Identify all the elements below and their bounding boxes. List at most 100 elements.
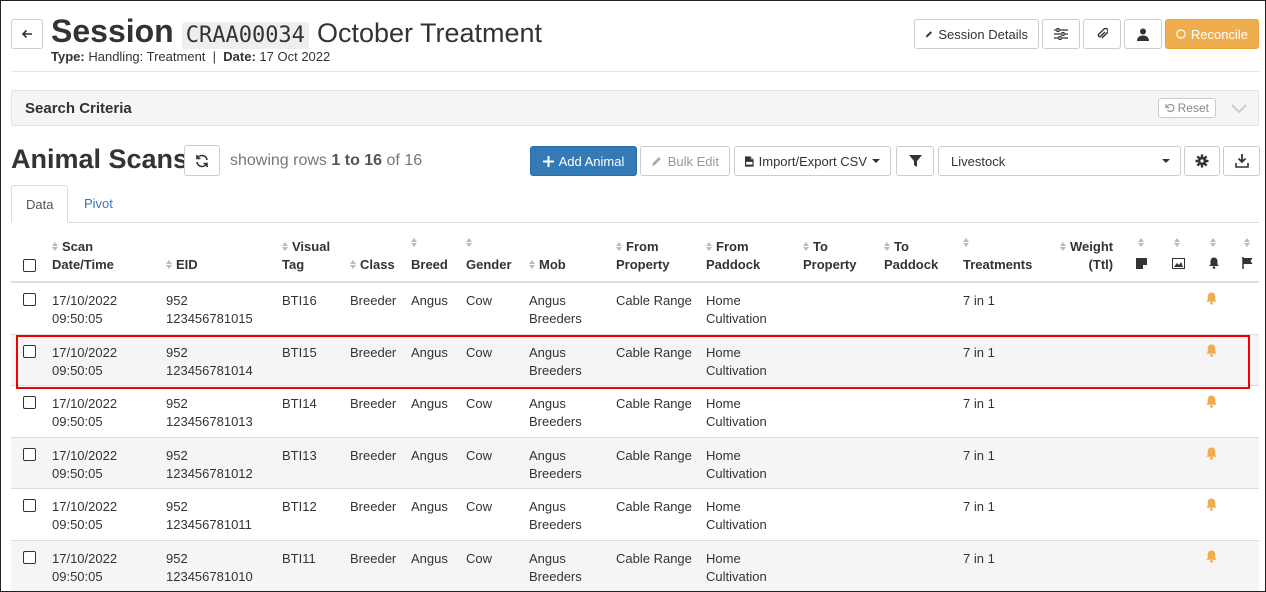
col-weight[interactable]: Weight (Ttl) <box>1060 238 1113 274</box>
add-animal-button[interactable]: Add Animal <box>530 146 637 176</box>
cell-gender: Cow <box>466 550 492 568</box>
title-suffix: October Treatment <box>316 18 543 48</box>
col-visual-tag[interactable]: Visual Tag <box>282 238 330 274</box>
cell-class: Breeder <box>350 395 396 413</box>
cell-breed: Angus <box>411 550 448 568</box>
cell-from-property-line: Cable Range <box>616 499 692 515</box>
cell-scan-datetime-line: 17/10/2022 <box>52 447 118 463</box>
user-button[interactable] <box>1124 19 1162 49</box>
bell-icon[interactable] <box>1205 498 1218 514</box>
filter-button[interactable] <box>896 146 934 176</box>
cell-gender-line: Cow <box>466 550 493 566</box>
cell-eid-line: 123456781014 <box>166 362 253 378</box>
cell-visual-tag-line: BTI12 <box>282 499 317 515</box>
paperclip-icon <box>1097 27 1108 39</box>
session-details-button[interactable]: Session Details <box>914 19 1039 49</box>
cell-mob: Angus Breeders <box>529 292 582 328</box>
table-row[interactable]: 17/10/2022 09:50:05 952 123456781015 BTI16 Br… <box>11 283 1259 335</box>
livestock-select[interactable]: Livestock <box>938 146 1181 176</box>
cell-scan-datetime-line: 17/10/2022 <box>52 396 118 412</box>
col-images[interactable] <box>1172 256 1185 274</box>
row-checkbox[interactable] <box>23 396 36 414</box>
cell-from-paddock-line: Cultivation <box>706 568 767 584</box>
plus-icon <box>542 155 554 167</box>
table-row[interactable]: 17/10/2022 09:50:05 952 123456781011 BTI12 Br… <box>11 489 1259 541</box>
cell-visual-tag: BTI16 <box>282 292 317 310</box>
row-checkbox[interactable] <box>23 550 36 569</box>
bell-icon[interactable] <box>1205 344 1218 360</box>
search-criteria-panel[interactable]: Search Criteria Reset <box>11 90 1259 126</box>
refresh-button[interactable] <box>184 145 220 176</box>
col-class[interactable]: Class <box>350 256 395 274</box>
attachment-button[interactable] <box>1083 19 1121 49</box>
cell-mob-line: Angus <box>529 550 566 566</box>
rows-info-prefix: showing rows <box>230 152 327 169</box>
session-code: CRAA00034 <box>181 22 309 49</box>
filter-settings-button[interactable] <box>1042 19 1080 49</box>
cell-scan-datetime: 17/10/2022 09:50:05 <box>52 550 117 586</box>
cell-eid-line: 952 <box>166 293 188 308</box>
col-breed[interactable]: Breed <box>411 256 448 274</box>
col-treatments[interactable]: Treatments <box>963 256 1032 274</box>
table-row[interactable]: 17/10/2022 09:50:05 952 123456781014 BTI15 Br… <box>11 334 1259 387</box>
bulk-edit-button[interactable]: Bulk Edit <box>640 146 730 176</box>
row-checkbox[interactable] <box>23 293 36 311</box>
table-header: Scan Date/Time EID Visual Tag Class Breed … <box>11 233 1259 283</box>
cell-eid-line: 123456781013 <box>166 414 253 430</box>
chevron-down-icon[interactable] <box>1230 100 1248 116</box>
cell-treatments-line: 7 in 1 <box>963 396 995 412</box>
bell-icon[interactable] <box>1205 550 1218 566</box>
bell-icon[interactable] <box>1205 395 1218 411</box>
tab-data[interactable]: Data <box>11 185 68 223</box>
back-button[interactable] <box>11 19 43 49</box>
row-checkbox[interactable] <box>23 499 36 517</box>
cell-breed: Angus <box>411 447 448 465</box>
caret-down-icon <box>872 159 880 163</box>
col-eid[interactable]: EID <box>166 256 198 274</box>
cell-mob-line: Breeders <box>529 568 582 584</box>
cell-eid: 952 123456781013 <box>166 395 253 431</box>
col-to-paddock[interactable]: To Paddock <box>884 238 938 274</box>
cell-gender-line: Cow <box>466 396 493 412</box>
settings-button[interactable] <box>1184 146 1220 176</box>
col-from-property[interactable]: From Property <box>616 238 669 274</box>
add-animal-label: Add Animal <box>558 153 625 169</box>
animal-scans-title: Animal Scans <box>11 144 189 174</box>
cell-from-property-line: Cable Range <box>616 344 692 360</box>
table-row[interactable]: 17/10/2022 09:50:05 952 123456781010 BTI11 Br… <box>11 540 1259 591</box>
row-checkbox[interactable] <box>23 447 36 466</box>
col-scan-datetime[interactable]: Scan Date/Time <box>52 238 114 274</box>
header-actions: Session Details Reconcile <box>914 19 1259 49</box>
select-all-checkbox[interactable] <box>23 259 36 277</box>
col-flags[interactable] <box>1242 256 1254 274</box>
title-prefix: Session <box>51 13 174 49</box>
table-row[interactable]: 17/10/2022 09:50:05 952 123456781012 BTI13 Br… <box>11 437 1259 490</box>
cell-eid-line: 952 <box>166 344 188 360</box>
cell-from-property: Cable Range <box>616 395 692 413</box>
cell-from-property-line: Cable Range <box>616 396 692 412</box>
reconcile-button[interactable]: Reconcile <box>1165 19 1259 49</box>
col-gender[interactable]: Gender <box>466 256 512 274</box>
col-alerts[interactable] <box>1208 256 1220 274</box>
row-checkbox[interactable] <box>23 344 36 363</box>
cell-visual-tag: BTI14 <box>282 395 317 413</box>
bell-icon[interactable] <box>1205 292 1218 308</box>
col-notes[interactable] <box>1136 256 1147 274</box>
reset-button[interactable]: Reset <box>1157 98 1216 118</box>
cell-treatments: 7 in 1 <box>963 292 995 310</box>
cell-mob: Angus Breeders <box>529 550 582 586</box>
bell-icon[interactable] <box>1205 447 1218 463</box>
import-export-csv-button[interactable]: Import/Export CSV <box>734 146 891 176</box>
rows-info: showing rows 1 to 16 of 16 <box>230 152 422 170</box>
meta-separator: | <box>212 49 217 64</box>
session-details-label: Session Details <box>938 26 1028 42</box>
cell-gender: Cow <box>466 395 492 413</box>
col-from-paddock[interactable]: From Paddock <box>706 238 760 274</box>
col-mob[interactable]: Mob <box>529 256 566 274</box>
tab-pivot[interactable]: Pivot <box>70 185 127 223</box>
cell-gender: Cow <box>466 344 492 362</box>
col-to-property[interactable]: To Property <box>803 238 856 274</box>
table-row[interactable]: 17/10/2022 09:50:05 952 123456781013 BTI14 Br… <box>11 386 1259 438</box>
download-button[interactable] <box>1223 146 1260 176</box>
cell-from-paddock: Home Cultivation <box>706 292 767 328</box>
